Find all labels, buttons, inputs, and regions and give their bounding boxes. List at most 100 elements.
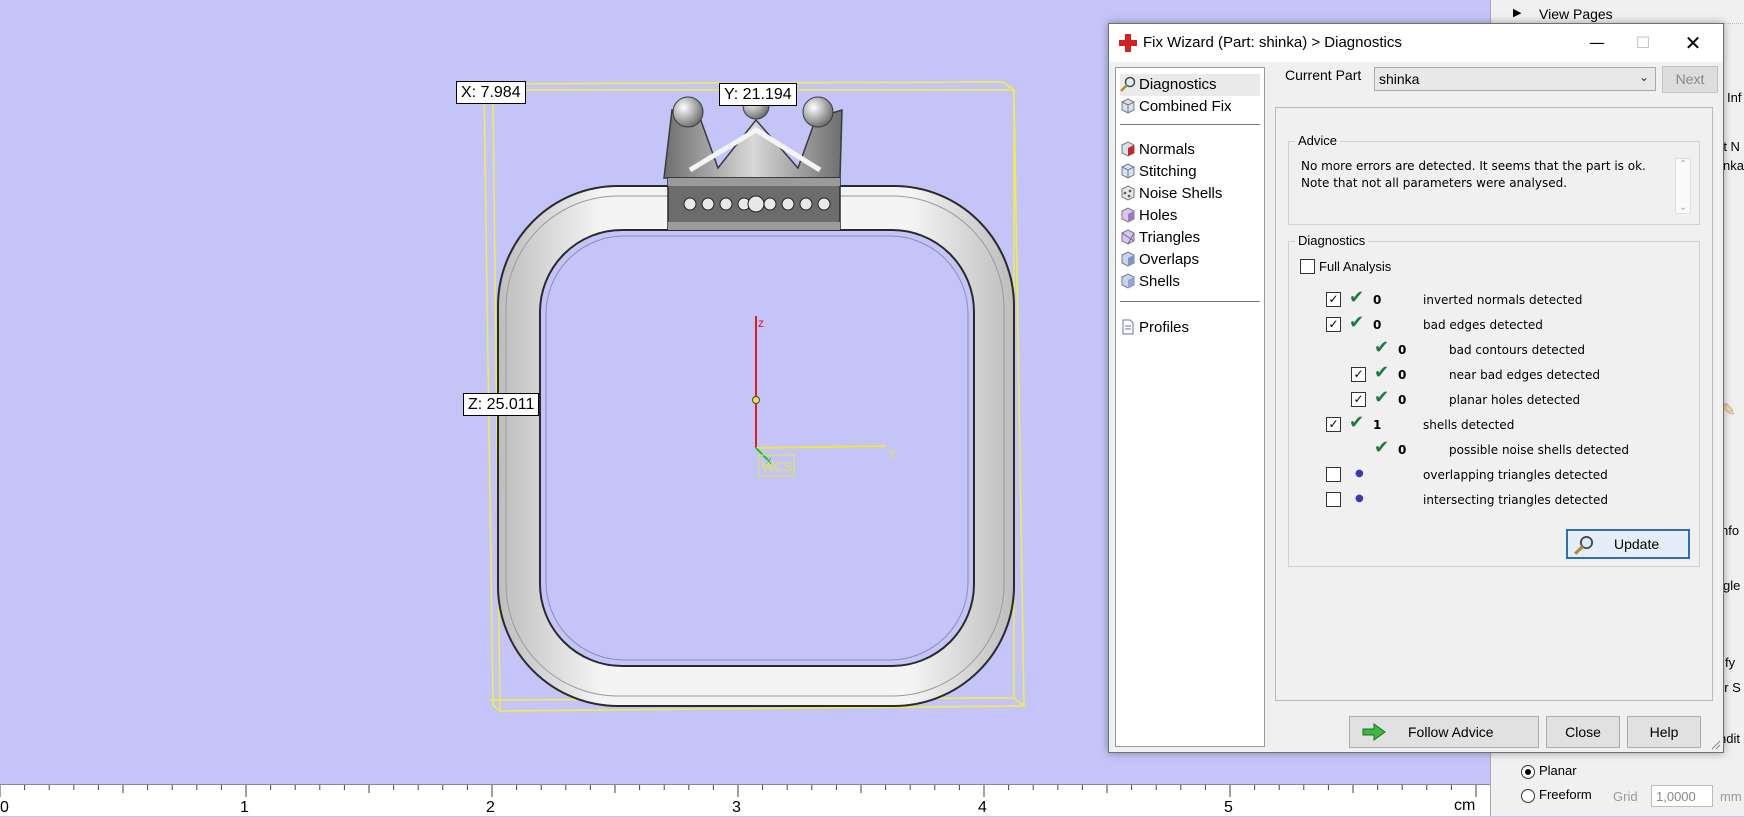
freeform-option[interactable]: Freeform <box>1521 787 1592 803</box>
nav-item-combined-fix[interactable]: Combined Fix <box>1120 96 1232 118</box>
close-button[interactable]: Close <box>1546 716 1620 748</box>
shells-cube-icon <box>1121 273 1135 289</box>
expand-triangle-icon[interactable]: ▶ <box>1513 6 1521 19</box>
normals-cube-icon <box>1121 141 1135 157</box>
planar-option[interactable]: Planar <box>1521 763 1577 779</box>
close-window-button[interactable]: ✕ <box>1673 28 1713 58</box>
z-axis-label: z <box>758 316 764 330</box>
nav-label: Diagnostics <box>1139 76 1217 93</box>
side-fragment: fy <box>1725 655 1736 670</box>
side-fragment: Inf <box>1727 90 1742 105</box>
next-button[interactable]: Next <box>1662 66 1718 93</box>
nav-label: Profiles <box>1139 319 1190 336</box>
view-pages-header[interactable]: ▶ View Pages <box>1499 4 1744 24</box>
cube-icon <box>1121 98 1135 114</box>
nav-item-holes[interactable]: Holes <box>1120 205 1177 227</box>
nav-item-stitching[interactable]: Stitching <box>1120 161 1197 183</box>
advice-title: Advice <box>1295 133 1341 148</box>
wizard-nav-list: Diagnostics Combined Fix Normals Stitchi… <box>1115 67 1265 747</box>
check-mark-icon: ✔ <box>1349 312 1365 333</box>
update-button[interactable]: Update <box>1566 529 1690 559</box>
nav-item-overlaps[interactable]: Overlaps <box>1120 249 1199 271</box>
red-cross-icon <box>1119 34 1137 52</box>
noise-shells-label: possible noise shells detected <box>1449 443 1630 457</box>
diagnostics-panel: Advice No more errors are detected. It s… <box>1275 107 1713 701</box>
check-mark-icon: ✔ <box>1374 362 1390 383</box>
green-arrow-icon <box>1362 723 1386 741</box>
help-button[interactable]: Help <box>1627 716 1701 748</box>
chevron-down-icon: ⌄ <box>1638 70 1649 84</box>
nav-item-normals[interactable]: Normals <box>1120 139 1195 161</box>
follow-advice-button[interactable]: Follow Advice <box>1349 716 1539 748</box>
planar-holes-checkbox[interactable]: ✓ <box>1351 392 1366 407</box>
side-fragment: gle <box>1723 578 1741 593</box>
bad-edges-count: 0 <box>1373 318 1382 332</box>
check-mark-icon: ✔ <box>1374 337 1390 358</box>
full-analysis-label: Full Analysis <box>1319 259 1392 274</box>
inverted-normals-checkbox[interactable]: ✓ <box>1326 292 1341 307</box>
current-part-select[interactable]: shinka ⌄ <box>1374 67 1656 91</box>
holes-cube-icon <box>1121 207 1135 223</box>
planar-holes-count: 0 <box>1398 393 1407 407</box>
wcs-label: WCS <box>762 459 793 474</box>
chevron-down-icon[interactable]: ⌄ <box>1679 202 1687 213</box>
grid-input[interactable] <box>1651 785 1713 807</box>
nav-item-triangles[interactable]: Triangles <box>1120 227 1200 249</box>
document-icon <box>1122 319 1134 335</box>
nav-label: Shells <box>1139 273 1180 290</box>
overlapping-triangles-checkbox[interactable] <box>1326 467 1341 482</box>
nav-item-noise-shells[interactable]: Noise Shells <box>1120 183 1222 205</box>
dimension-z-label: Z: 25.011 <box>463 393 540 416</box>
ruler-label-1: 1 <box>240 799 249 816</box>
inverted-normals-label: inverted normals detected <box>1423 293 1583 307</box>
full-analysis-checkbox[interactable] <box>1300 259 1315 274</box>
dialog-titlebar[interactable]: Fix Wizard (Part: shinka) > Diagnostics … <box>1109 24 1723 62</box>
nav-label: Normals <box>1139 141 1195 158</box>
near-bad-edges-label: near bad edges detected <box>1449 368 1600 382</box>
nav-separator <box>1120 124 1260 125</box>
triangles-cube-icon <box>1121 229 1135 245</box>
side-fragment: nka <box>1723 158 1744 173</box>
shells-checkbox[interactable]: ✓ <box>1326 417 1341 432</box>
advice-group: Advice No more errors are detected. It s… <box>1288 133 1700 225</box>
advice-scrollbar[interactable]: ⌃ ⌄ <box>1675 158 1691 214</box>
ruler: 0 1 2 3 4 5 cm <box>0 784 1490 816</box>
grid-label: Grid <box>1613 789 1638 804</box>
check-mark-icon: ✔ <box>1349 412 1365 433</box>
intersecting-triangles-checkbox[interactable] <box>1326 492 1341 507</box>
shells-label: shells detected <box>1423 418 1515 432</box>
check-mark-icon: ✔ <box>1349 287 1365 308</box>
resize-grip-icon[interactable] <box>1709 738 1721 750</box>
planar-radio[interactable] <box>1521 764 1535 779</box>
nav-item-profiles[interactable]: Profiles <box>1120 317 1189 339</box>
nav-label: Stitching <box>1139 163 1197 180</box>
ruler-unit: cm <box>1454 797 1476 814</box>
maximize-button[interactable]: ☐ <box>1623 28 1663 58</box>
shells-count: 1 <box>1373 418 1382 432</box>
noise-shells-icon <box>1121 185 1135 201</box>
intersecting-triangles-label: intersecting triangles detected <box>1423 493 1608 507</box>
bad-contours-label: bad contours detected <box>1449 343 1585 357</box>
near-bad-edges-checkbox[interactable]: ✓ <box>1351 367 1366 382</box>
freeform-radio[interactable] <box>1521 788 1535 803</box>
bad-edges-label: bad edges detected <box>1423 318 1543 332</box>
follow-advice-label: Follow Advice <box>1408 724 1494 740</box>
bad-edges-checkbox[interactable]: ✓ <box>1326 317 1341 332</box>
check-mark-icon: ✔ <box>1374 437 1390 458</box>
minimize-button[interactable]: — <box>1577 28 1617 58</box>
magnifier-icon <box>1574 535 1594 555</box>
nav-label: Triangles <box>1139 229 1201 246</box>
freeform-label: Freeform <box>1539 787 1592 802</box>
chevron-up-icon[interactable]: ⌃ <box>1679 159 1687 170</box>
fix-wizard-dialog: Fix Wizard (Part: shinka) > Diagnostics … <box>1108 23 1724 753</box>
overlaps-cube-icon <box>1121 251 1135 267</box>
grid-unit: mm <box>1720 789 1742 804</box>
check-mark-icon: ✔ <box>1374 387 1390 408</box>
magnifier-icon <box>1120 76 1136 92</box>
update-label: Update <box>1614 536 1660 552</box>
advice-text: No more errors are detected. It seems th… <box>1301 159 1646 190</box>
nav-item-diagnostics[interactable]: Diagnostics <box>1120 74 1260 96</box>
planar-label: Planar <box>1539 763 1577 778</box>
nav-item-shells[interactable]: Shells <box>1120 271 1180 293</box>
ruler-label-3: 3 <box>732 799 741 816</box>
